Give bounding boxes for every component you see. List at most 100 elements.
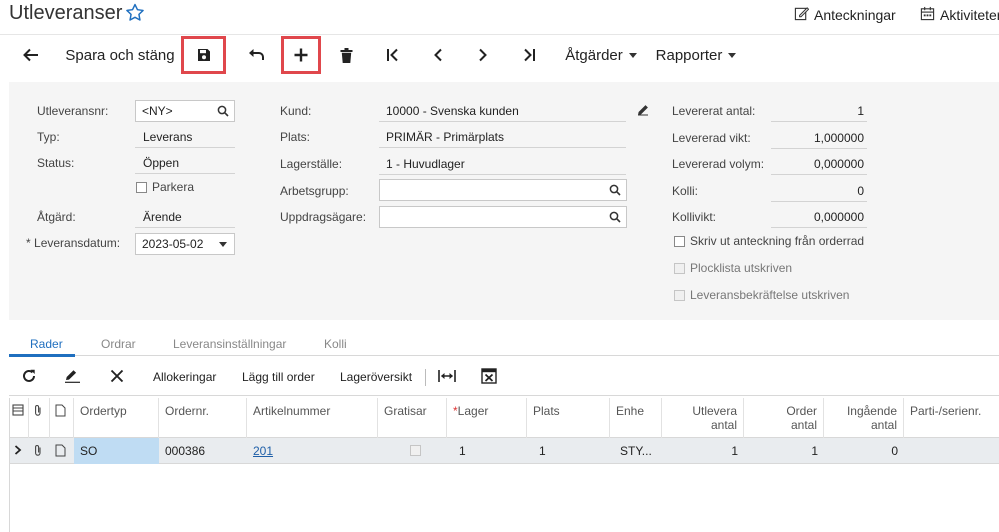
notes-link[interactable]: Anteckningar [794,6,896,24]
row-selector-header[interactable] [10,398,29,438]
action-underline [135,227,235,228]
col-order-qty-line1: Order [786,404,817,418]
export-excel-button[interactable] [481,358,501,396]
workgroup-field[interactable] [379,179,627,201]
tab-leveransinstallningar[interactable]: Leveransinställningar [173,337,286,351]
row-selector[interactable] [10,438,29,464]
customer-underline [379,121,626,122]
shipped-weight-underline [771,148,867,149]
cell-open-qty[interactable]: 0 [824,438,904,464]
col-item[interactable]: Artikelnummer [247,398,378,438]
fit-columns-button[interactable] [438,358,458,396]
favorite-star-icon[interactable] [124,2,146,24]
save-close-button[interactable]: Spara och stäng [60,35,180,75]
col-order-qty[interactable]: Order antal [744,398,824,438]
confirmation-printed-checkbox [674,290,685,301]
owner-field[interactable] [379,206,627,228]
delete-button[interactable] [332,35,360,75]
notes-header[interactable] [50,398,74,438]
attachments-header[interactable] [29,398,50,438]
cell-warehouse[interactable]: 1 [447,438,527,464]
location-value[interactable]: PRIMÄR - Primärplats [386,130,504,144]
hold-label: Parkera [152,180,195,194]
package-weight-underline [771,227,867,228]
previous-record-button[interactable] [423,35,453,75]
shipped-qty-label: Levererat antal: [672,104,756,118]
hold-checkbox[interactable] [136,182,147,193]
type-value[interactable]: Leverans [143,130,192,144]
search-icon[interactable] [609,211,621,226]
cell-shipped-qty[interactable]: 1 [662,438,744,464]
reports-label: Rapporter [655,46,723,64]
reports-menu[interactable]: Rapporter [654,35,738,75]
delete-row-button[interactable] [110,358,130,396]
cell-uom[interactable]: STY... [610,438,662,464]
cell-order-type[interactable]: SO [74,438,159,464]
chevron-right-icon [14,444,22,458]
col-free[interactable]: Gratisar [378,398,447,438]
last-record-button[interactable] [514,35,544,75]
add-button[interactable] [284,35,318,75]
shipped-qty-value: 1 [857,104,864,118]
caret-down-icon[interactable] [219,242,227,247]
edit-row-button[interactable] [65,358,85,396]
warehouse-value[interactable]: 1 - Huvudlager [386,157,465,171]
save-button[interactable] [184,35,224,75]
shipped-volume-label: Levererad volym: [672,157,765,171]
cell-lot-serial[interactable] [904,438,999,464]
excel-icon [481,367,497,387]
cell-order-qty[interactable]: 1 [744,438,824,464]
activities-link[interactable]: Aktiviteter [920,6,999,24]
customer-value[interactable]: 10000 - Svenska kunden [386,104,519,118]
actions-menu[interactable]: Åtgärder [563,35,639,75]
col-warehouse[interactable]: *Lager [447,398,527,438]
next-record-button[interactable] [468,35,498,75]
cell-free[interactable] [378,438,447,464]
shipped-volume-value: 0,000000 [813,157,864,171]
search-icon[interactable] [609,184,621,199]
paperclip-icon [32,445,44,460]
search-icon[interactable] [217,105,229,120]
print-note-checkbox[interactable] [674,236,685,247]
tab-ordrar[interactable]: Ordrar [101,337,136,351]
tab-kolli[interactable]: Kolli [324,337,347,351]
allocations-button[interactable]: Allokeringar [153,358,216,396]
picklist-printed-checkbox [674,263,685,274]
page-header: Utleveranser Anteckningar Aktiviteter [0,0,999,30]
shipment-nbr-field[interactable]: <NY> [135,100,235,122]
fit-width-icon [438,369,456,386]
col-shipped-qty[interactable]: Utlevera antal [662,398,744,438]
back-button[interactable] [16,35,46,75]
col-lot-serial[interactable]: Parti-/serienr. [904,398,999,438]
free-item-checkbox[interactable] [410,445,421,456]
row-attachment[interactable] [29,438,50,464]
col-order-nbr[interactable]: Ordernr. [159,398,247,438]
tab-rader[interactable]: Rader [30,337,63,351]
status-label: Status: [37,156,75,170]
inventory-summary-button[interactable]: Lageröversikt [340,358,412,396]
table-row[interactable]: SO 000386 201 1 1 STY... 1 1 0 [10,438,999,464]
warehouse-label: Lagerställe: [280,157,343,171]
first-record-button[interactable] [378,35,408,75]
main-toolbar: Spara och stäng Åtgärder Rapporter [0,34,999,76]
cell-item[interactable]: 201 [247,438,378,464]
edit-pencil-icon[interactable] [637,104,649,119]
cell-order-nbr[interactable]: 000386 [159,438,247,464]
shipment-date-field[interactable]: 2023-05-02 [135,233,235,255]
col-uom[interactable]: Enhe [610,398,662,438]
shipped-weight-value: 1,000000 [813,131,864,145]
action-label: Åtgärd: [37,210,76,224]
row-note[interactable] [50,438,74,464]
undo-button[interactable] [240,35,272,75]
cell-location[interactable]: 1 [527,438,610,464]
col-order-type[interactable]: Ordertyp [74,398,159,438]
lines-grid: Ordertyp Ordernr. Artikelnummer Gratisar… [9,398,999,532]
col-shipped-qty-line1: Utlevera [692,404,737,418]
refresh-button[interactable] [22,358,42,396]
col-shipped-qty-line2: antal [710,418,737,432]
add-order-button[interactable]: Lägg till order [242,358,315,396]
item-link[interactable]: 201 [253,444,273,458]
date-value: 2023-05-02 [142,237,204,251]
col-location[interactable]: Plats [527,398,610,438]
col-open-qty[interactable]: Ingående antal [824,398,904,438]
